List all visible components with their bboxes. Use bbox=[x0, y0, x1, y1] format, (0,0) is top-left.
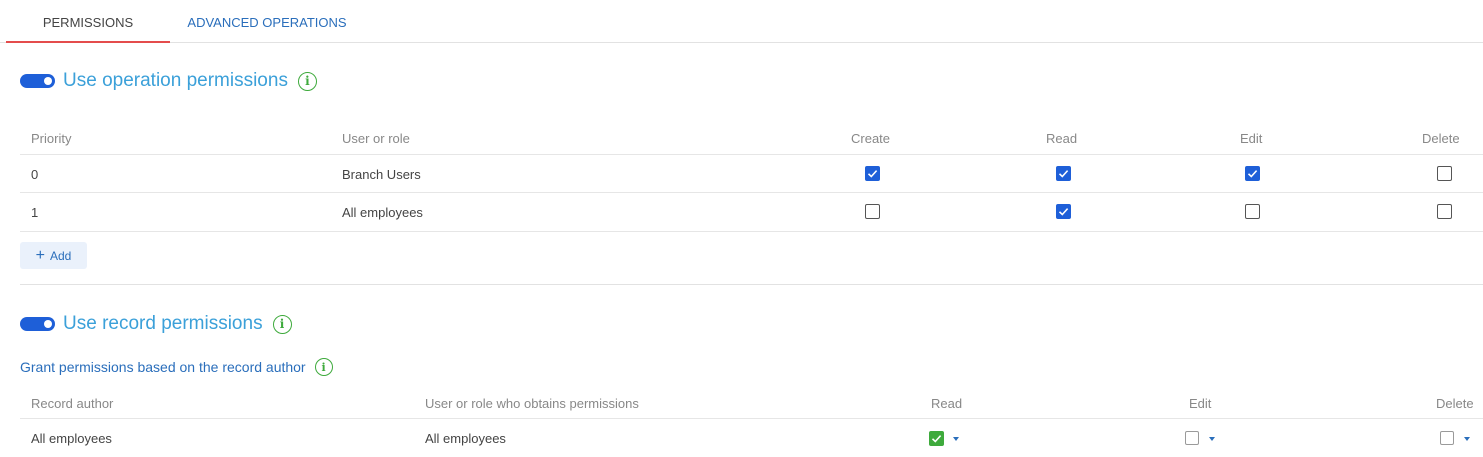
column-header-grantee: User or role who obtains permissions bbox=[425, 396, 639, 411]
operation-permissions-toggle[interactable] bbox=[20, 74, 55, 88]
column-header-read: Read bbox=[931, 396, 963, 411]
row-divider bbox=[20, 231, 1483, 232]
add-button[interactable]: + Add bbox=[20, 242, 87, 269]
create-checkbox[interactable] bbox=[865, 166, 880, 181]
checkmark-icon bbox=[1058, 170, 1069, 178]
checkmark-icon bbox=[1058, 208, 1069, 216]
read-checkbox[interactable] bbox=[1056, 204, 1071, 219]
row-divider bbox=[20, 418, 1483, 419]
priority-cell: 1 bbox=[31, 205, 39, 220]
edit-checkbox[interactable] bbox=[1245, 166, 1260, 181]
grant-by-author-label: Grant permissions based on the record au… bbox=[20, 359, 306, 375]
info-icon[interactable]: i bbox=[272, 314, 292, 334]
info-icon[interactable]: i bbox=[314, 358, 333, 376]
create-checkbox[interactable] bbox=[865, 204, 880, 219]
column-header-delete: Delete bbox=[1436, 396, 1474, 411]
caret-down-icon[interactable] bbox=[953, 437, 959, 441]
record-permissions-header: Use record permissions i bbox=[20, 312, 292, 336]
record-author-cell[interactable]: All employees bbox=[31, 431, 112, 446]
checkmark-icon bbox=[1247, 170, 1258, 178]
delete-checkbox[interactable] bbox=[1440, 431, 1454, 445]
record-permissions-title: Use record permissions bbox=[63, 313, 263, 334]
add-button-label: Add bbox=[49, 248, 72, 263]
role-cell[interactable]: Branch Users bbox=[342, 167, 421, 182]
tab-permissions[interactable]: PERMISSIONS bbox=[6, 0, 170, 43]
caret-down-icon[interactable] bbox=[1464, 437, 1470, 441]
row-divider bbox=[20, 192, 1483, 193]
column-header-create: Create bbox=[851, 131, 891, 146]
caret-down-icon[interactable] bbox=[1209, 437, 1215, 441]
row-divider bbox=[20, 154, 1483, 155]
tab-bar: PERMISSIONS ADVANCED OPERATIONS bbox=[0, 0, 1483, 43]
priority-cell: 0 bbox=[31, 167, 39, 182]
role-cell[interactable]: All employees bbox=[342, 205, 423, 220]
section-divider bbox=[20, 284, 1483, 285]
info-icon[interactable]: i bbox=[297, 71, 317, 91]
grantee-cell[interactable]: All employees bbox=[425, 431, 506, 446]
delete-checkbox[interactable] bbox=[1437, 204, 1452, 219]
toggle-knob bbox=[44, 320, 52, 328]
plus-icon: + bbox=[35, 246, 45, 264]
read-checkbox[interactable] bbox=[1056, 166, 1071, 181]
column-header-edit: Edit bbox=[1189, 396, 1212, 411]
column-header-priority: Priority bbox=[31, 131, 72, 146]
operation-permissions-header: Use operation permissions i bbox=[20, 69, 317, 93]
grant-by-author-link[interactable]: Grant permissions based on the record au… bbox=[20, 358, 333, 376]
column-header-record-author: Record author bbox=[31, 396, 114, 411]
checkmark-icon bbox=[867, 170, 878, 178]
column-header-delete: Delete bbox=[1422, 131, 1460, 146]
column-header-user-or-role: User or role bbox=[342, 131, 410, 146]
edit-checkbox[interactable] bbox=[1245, 204, 1260, 219]
toggle-knob bbox=[44, 77, 52, 85]
delete-checkbox[interactable] bbox=[1437, 166, 1452, 181]
checkmark-icon bbox=[931, 435, 942, 443]
column-header-edit: Edit bbox=[1240, 131, 1263, 146]
record-permissions-toggle[interactable] bbox=[20, 317, 55, 331]
tab-advanced-operations[interactable]: ADVANCED OPERATIONS bbox=[170, 0, 364, 43]
column-header-read: Read bbox=[1046, 131, 1078, 146]
operation-permissions-title: Use operation permissions bbox=[63, 70, 288, 91]
read-checkbox[interactable] bbox=[929, 431, 944, 446]
edit-checkbox[interactable] bbox=[1185, 431, 1199, 445]
